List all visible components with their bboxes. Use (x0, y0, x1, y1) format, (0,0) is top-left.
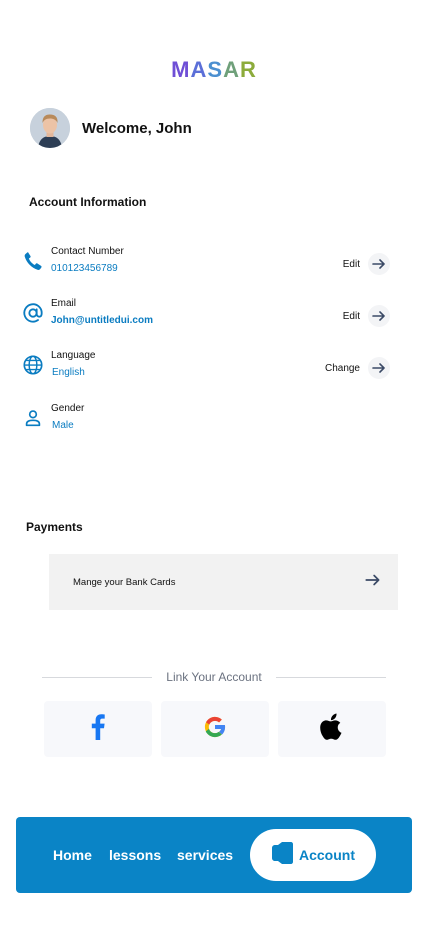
gender-row: Gender Male (22, 403, 412, 439)
email-row: Email John@untitledui.com Edit (22, 298, 412, 334)
logo-letter: A (190, 57, 208, 82)
divider-line (275, 676, 387, 678)
arrow-right-icon (368, 253, 390, 275)
change-language-button[interactable]: Change (325, 357, 390, 379)
edit-email-button[interactable]: Edit (343, 305, 390, 327)
gender-value: Male (52, 420, 74, 431)
phone-icon (22, 250, 44, 272)
language-value: English (52, 367, 85, 378)
gender-label: Gender (51, 403, 85, 414)
contact-number-label: Contact Number (51, 246, 124, 257)
globe-icon (22, 354, 44, 376)
manage-bank-cards-button[interactable]: Mange your Bank Cards (49, 554, 398, 610)
arrow-right-icon (368, 357, 390, 379)
contact-number-value: 010123456789 (51, 263, 118, 274)
apple-login-button[interactable] (278, 701, 386, 757)
logo-letter: A (223, 57, 240, 82)
language-row: Language English Change (22, 350, 412, 386)
arrow-right-icon (368, 305, 390, 327)
edit-contact-button[interactable]: Edit (343, 253, 390, 275)
nav-services[interactable]: services (177, 847, 233, 863)
nav-account[interactable]: Account (250, 829, 376, 881)
edit-contact-label: Edit (342, 258, 360, 270)
nav-account-label: Account (299, 847, 355, 863)
account-info-title: Account Information (29, 195, 147, 209)
link-account-divider: Link Your Account (42, 670, 387, 684)
logo-letter: S (207, 57, 224, 82)
nav-lessons[interactable]: lessons (109, 847, 161, 863)
logo-letter: R (239, 57, 257, 82)
nav-home[interactable]: Home (53, 847, 92, 863)
account-icon (269, 840, 295, 871)
email-value: John@untitledui.com (51, 315, 153, 326)
masar-logo: MASAR (0, 57, 428, 83)
facebook-login-button[interactable] (44, 701, 152, 757)
logo-letter: M (171, 57, 191, 82)
manage-bank-cards-label: Mange your Bank Cards (73, 576, 176, 588)
google-icon (202, 714, 228, 745)
facebook-icon (91, 713, 105, 745)
user-icon (22, 407, 44, 429)
divider-line (42, 676, 153, 678)
email-label: Email (51, 298, 77, 309)
welcome-text: Welcome, John (82, 119, 192, 137)
avatar[interactable] (30, 108, 70, 148)
arrow-right-icon (364, 571, 382, 594)
google-login-button[interactable] (161, 701, 269, 757)
contact-number-row: Contact Number 010123456789 Edit (22, 246, 412, 282)
change-language-label: Change (324, 362, 360, 374)
apple-icon (320, 713, 344, 746)
payments-title: Payments (26, 520, 83, 534)
bottom-nav: Home lessons services Account (16, 817, 412, 893)
at-sign-icon (22, 302, 44, 324)
edit-email-label: Edit (342, 310, 360, 322)
language-label: Language (51, 350, 96, 361)
link-account-title: Link Your Account (166, 670, 262, 684)
welcome-header: Welcome, John (30, 108, 192, 148)
